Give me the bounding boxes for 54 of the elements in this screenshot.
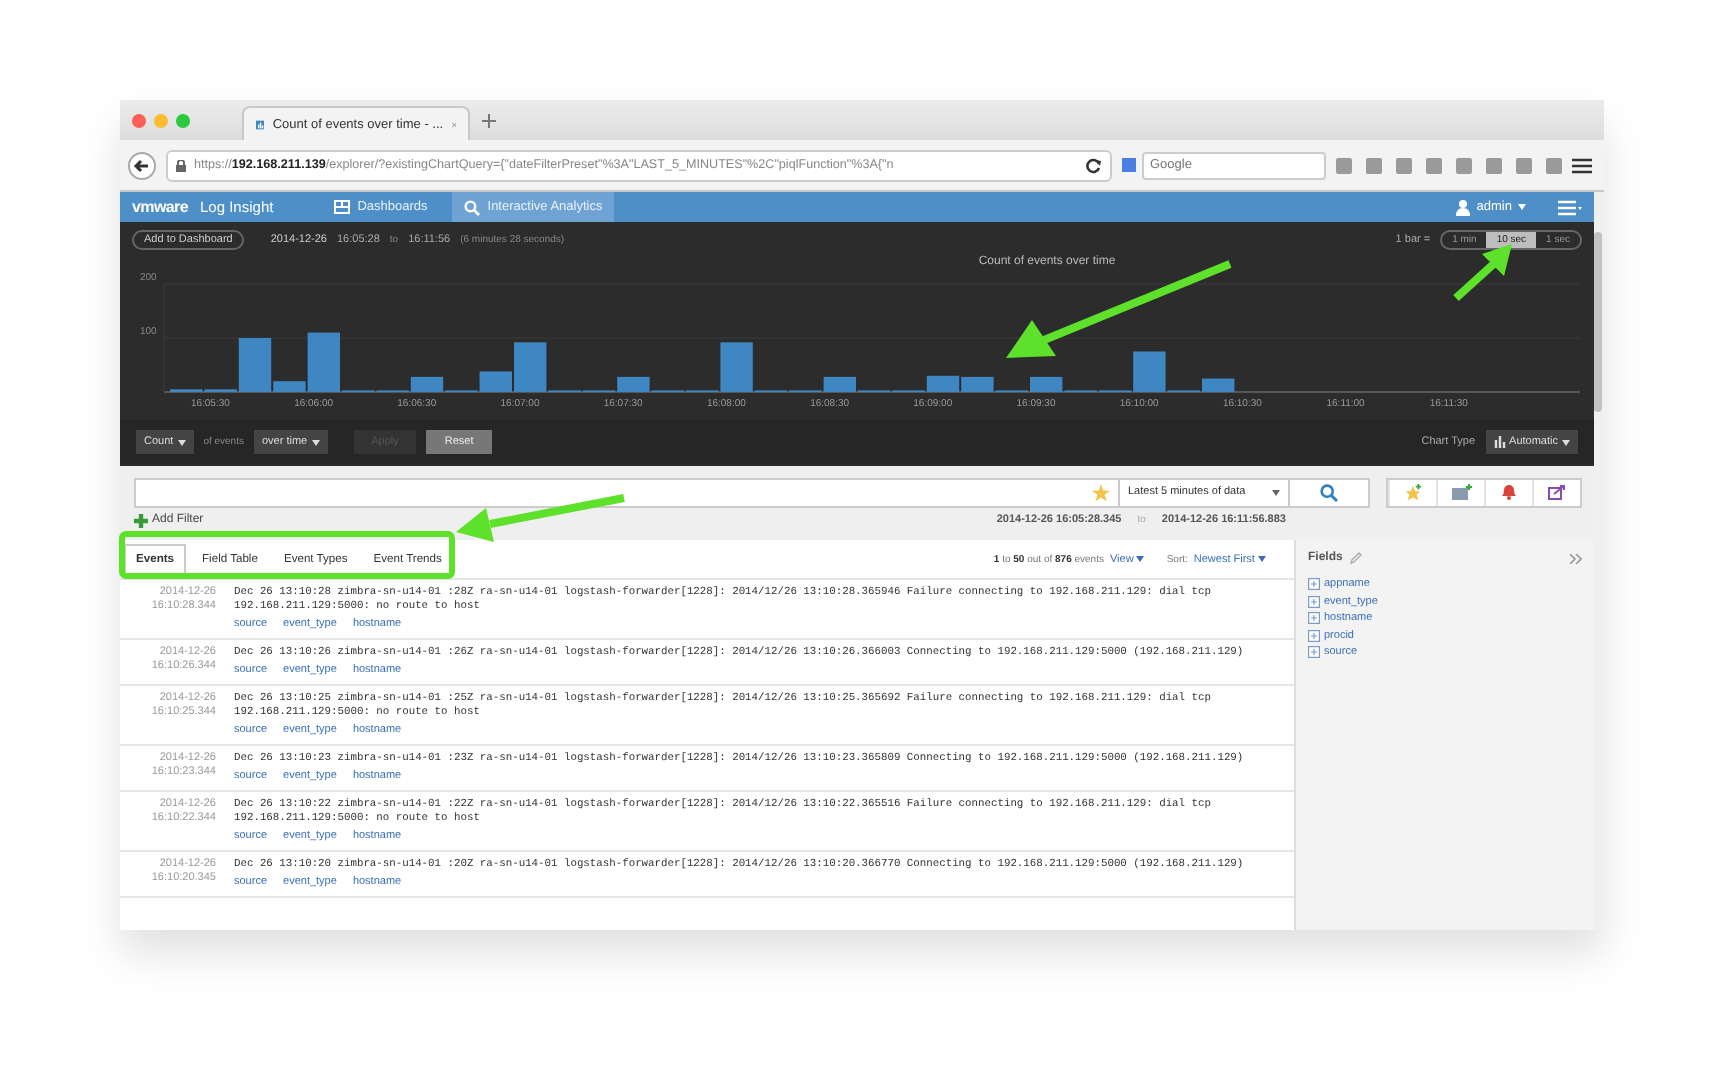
dashboard-icon — [333, 200, 350, 214]
chart-bar[interactable] — [1030, 376, 1063, 392]
caret-icon — [1272, 489, 1280, 495]
search-button[interactable] — [1290, 477, 1370, 507]
star-icon[interactable] — [1092, 483, 1110, 501]
caret-icon — [311, 439, 320, 445]
caret-icon — [1518, 204, 1526, 210]
chart-bar[interactable] — [479, 371, 512, 392]
menu-icon[interactable] — [1572, 157, 1592, 173]
expand-icon[interactable] — [1308, 595, 1320, 608]
chart-bar[interactable] — [720, 342, 753, 392]
lock-icon — [176, 159, 186, 171]
expand-icon[interactable] — [1308, 578, 1320, 591]
chart-bar[interactable] — [410, 376, 444, 392]
chart-bar[interactable] — [273, 381, 306, 392]
collapse-icon[interactable] — [1570, 553, 1582, 563]
search-icon — [463, 199, 480, 215]
maximize-window-icon[interactable] — [176, 113, 190, 127]
plus-icon — [134, 513, 148, 527]
caret-icon — [1136, 555, 1145, 562]
user-icon — [1456, 199, 1471, 215]
chart-bar[interactable] — [238, 338, 272, 392]
dashboard-plus-icon — [1451, 484, 1471, 500]
minimize-window-icon[interactable] — [154, 113, 168, 127]
logo: vmware — [132, 198, 188, 216]
chart-bar[interactable] — [307, 332, 340, 392]
caret-icon — [177, 439, 186, 445]
query-field[interactable] — [134, 477, 1120, 507]
pencil-icon[interactable] — [1350, 552, 1363, 564]
search-icon — [1320, 483, 1338, 501]
chart-bar[interactable] — [617, 376, 650, 392]
chart-bar[interactable] — [926, 375, 960, 392]
chart-bar[interactable] — [514, 342, 547, 392]
expand-icon[interactable] — [1308, 629, 1320, 642]
bar-chart-icon — [1493, 436, 1506, 448]
back-icon[interactable] — [128, 151, 156, 179]
star-plus-icon — [1404, 483, 1422, 501]
export-icon — [1547, 484, 1567, 500]
scrollbar-thumb[interactable] — [1594, 232, 1602, 412]
chart-bar[interactable] — [1133, 351, 1166, 392]
new-tab-icon[interactable] — [482, 113, 496, 127]
chart-bar[interactable] — [823, 376, 856, 392]
chart-bar[interactable] — [1202, 378, 1235, 392]
caret-icon — [1258, 555, 1266, 562]
chart-icon — [256, 115, 265, 133]
annotation-arrow — [1453, 244, 1512, 301]
chart-bar[interactable] — [961, 376, 994, 392]
bell-icon — [1499, 484, 1519, 500]
search-engine-icon — [1122, 158, 1136, 172]
reload-icon[interactable] — [1086, 157, 1102, 173]
expand-icon[interactable] — [1308, 612, 1320, 625]
caret-icon — [1562, 439, 1570, 445]
expand-icon[interactable] — [1308, 646, 1320, 659]
close-window-icon[interactable] — [132, 113, 146, 127]
